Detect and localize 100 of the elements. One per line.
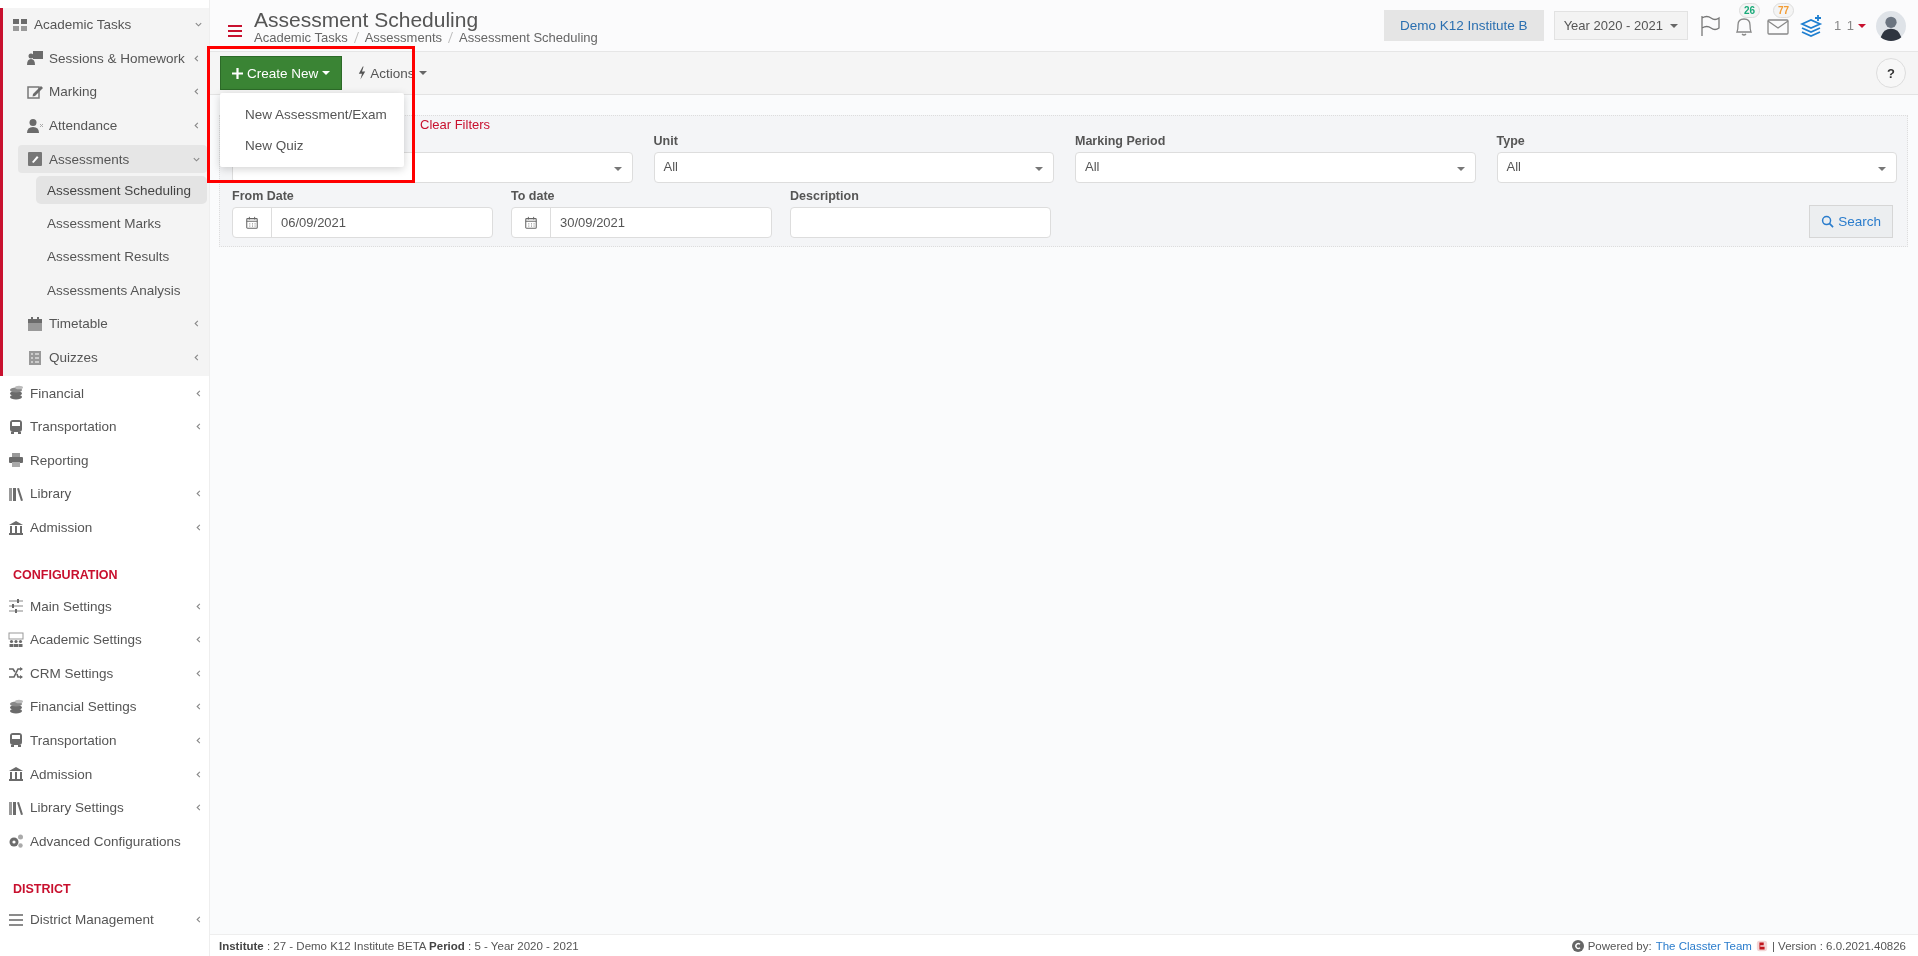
sidebar-item[interactable]: Quizzes — [3, 340, 207, 375]
gears-icon — [8, 833, 24, 850]
sidebar-item[interactable]: Assessment Scheduling — [36, 176, 207, 205]
sidebar-item[interactable]: District Management — [0, 903, 209, 937]
date-field[interactable]: 06/09/2021 — [232, 207, 493, 238]
people-icon — [8, 631, 24, 648]
sidebar-item[interactable]: Transportation — [0, 409, 209, 444]
select-field[interactable]: All — [1496, 152, 1897, 183]
chevron-left-icon — [194, 422, 203, 432]
sidebar-item[interactable]: Attendance — [3, 108, 207, 143]
section-heading: DISTRICT — [12, 881, 72, 899]
footer-info: Institute : 27 - Demo K12 Institute BETA Period : 5 - Year 2020 - 2021 — [219, 939, 579, 952]
powered-by-label: Powered by: — [1587, 939, 1652, 952]
bank-icon — [8, 519, 24, 536]
chevron-left-icon — [194, 803, 203, 813]
avatar-icon[interactable] — [1876, 10, 1906, 41]
bus-icon — [8, 732, 24, 749]
institute-button[interactable]: Demo K12 Institute B — [1384, 10, 1544, 41]
chevron-left-icon — [194, 388, 203, 398]
field-label: Type — [1496, 134, 1526, 150]
books-icon — [8, 799, 24, 816]
calendar-icon — [524, 215, 538, 230]
sidebar-item[interactable]: Assessments — [18, 145, 207, 174]
chevron-left-icon — [194, 601, 203, 611]
chevron-left-icon — [192, 53, 201, 63]
sidebar-item[interactable]: Assessments Analysis — [36, 273, 207, 308]
calendar-icon — [245, 215, 259, 230]
coins-icon — [8, 385, 24, 402]
date-field[interactable]: 30/09/2021 — [511, 207, 772, 238]
menu-item[interactable]: New Assessment/Exam — [220, 99, 404, 130]
sidebar-item[interactable]: Assessment Marks — [36, 206, 207, 240]
sidebar-item[interactable]: Assessment Results — [36, 239, 207, 274]
plus-icon[interactable] — [232, 67, 243, 79]
chevron-left-icon — [192, 319, 201, 329]
chevron-left-icon — [194, 915, 203, 925]
search-icon[interactable] — [1821, 215, 1835, 228]
chevron-left-icon — [194, 702, 203, 712]
sidebar-item[interactable]: Financial — [0, 376, 209, 410]
sidebar-item[interactable]: Advanced Configurations — [0, 824, 209, 859]
chevron-left-icon — [194, 769, 203, 779]
help-button[interactable]: ? — [1876, 58, 1906, 88]
count-badge: 26 — [1738, 2, 1761, 18]
person-icon — [27, 117, 43, 134]
clear-filters-link[interactable]: Clear Filters — [420, 117, 491, 132]
caret-icon[interactable] — [1858, 23, 1866, 28]
sidebar-item[interactable]: Library — [0, 477, 209, 511]
pencil-icon — [27, 84, 43, 100]
field-label: Unit — [653, 134, 679, 150]
pencil-icon — [27, 151, 43, 168]
select-field[interactable]: All — [653, 152, 1054, 183]
lightning-icon[interactable] — [358, 66, 367, 80]
chevron-left-icon — [192, 121, 201, 131]
sidebar-item[interactable]: Academic Settings — [0, 622, 209, 657]
select-field[interactable]: All — [1075, 152, 1476, 183]
sidebar-item[interactable]: Timetable — [3, 307, 207, 341]
team-link[interactable]: The Classter Team — [1655, 939, 1752, 952]
sidebar-item[interactable]: Sessions & Homework — [3, 41, 207, 76]
chevron-down-icon — [194, 20, 203, 30]
field-label: Marking Period — [1075, 134, 1167, 150]
year-select[interactable]: Year 2020 - 2021 — [1553, 11, 1688, 40]
menu-icon[interactable] — [228, 24, 242, 37]
sidebar-item[interactable]: Academic Tasks — [3, 8, 209, 42]
sidebar-item[interactable]: Transportation — [0, 723, 209, 758]
bus-icon — [8, 418, 24, 435]
chevron-left-icon — [194, 635, 203, 645]
create-new-button[interactable]: Create New — [220, 56, 343, 90]
chevron-left-icon — [192, 87, 201, 97]
menu-item[interactable]: New Quiz — [220, 130, 404, 161]
books-icon — [8, 485, 24, 502]
grid-icon — [12, 16, 28, 33]
list-icon — [27, 349, 43, 366]
printer-icon — [8, 452, 24, 469]
calendar-icon — [27, 315, 43, 332]
bank-icon — [8, 766, 24, 783]
sidebar-item[interactable]: Library Settings — [0, 790, 209, 825]
coins-icon — [8, 698, 24, 715]
sidebar-item[interactable]: Reporting — [0, 443, 209, 478]
sidebar-item[interactable]: Marking — [3, 75, 207, 109]
field-label: From Date — [232, 189, 295, 205]
section-heading: CONFIGURATION — [12, 567, 119, 585]
field-label: Description — [790, 189, 860, 205]
sidebar-item[interactable]: Admission — [0, 757, 209, 791]
sidebar-item[interactable]: Admission — [0, 510, 209, 545]
count-badge: 77 — [1772, 2, 1795, 18]
chevron-left-icon — [194, 668, 203, 678]
layers-plus-icon[interactable] — [1799, 13, 1824, 38]
description-field[interactable] — [790, 207, 1051, 238]
chevron-left-icon — [194, 523, 203, 532]
search-button[interactable]: Search — [1809, 205, 1893, 238]
sidebar-item[interactable]: Main Settings — [0, 589, 209, 623]
menu-icon — [8, 911, 24, 928]
shuffle-icon — [8, 665, 24, 682]
chevron-left-icon — [194, 736, 203, 745]
sidebar-item[interactable]: Financial Settings — [0, 690, 209, 724]
sidebar-item[interactable]: CRM Settings — [0, 656, 209, 691]
logo-icon — [1755, 939, 1768, 952]
sliders-icon — [8, 598, 24, 615]
field-label: To date — [511, 189, 556, 205]
version-text: | Version : 6.0.2021.40826 — [1771, 939, 1906, 952]
teacher-board-icon — [27, 50, 43, 67]
